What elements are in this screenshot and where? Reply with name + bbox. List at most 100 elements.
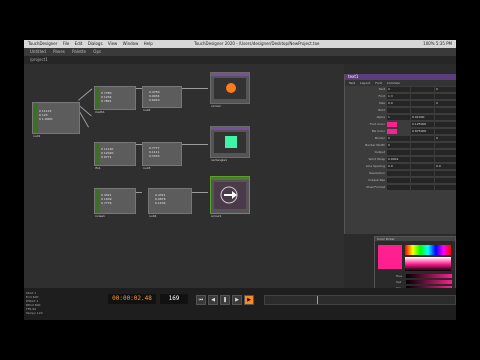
parameter-field[interactable] (387, 185, 410, 190)
parameter-field[interactable] (387, 108, 410, 113)
color-slider[interactable] (406, 280, 452, 284)
menu-dialogs[interactable]: Dialogs (88, 41, 103, 46)
step-back-icon[interactable]: ◀ (208, 295, 218, 305)
parameter-field[interactable]: 0.0001 (387, 157, 410, 162)
toolbar-item[interactable]: Palette (72, 49, 86, 54)
parameter-field[interactable]: 1.3 (387, 94, 410, 99)
parameter-field[interactable] (411, 108, 434, 113)
parameter-field[interactable] (435, 122, 456, 127)
menu-file[interactable]: File (63, 41, 70, 46)
toolbar-item[interactable]: Panes (53, 49, 65, 54)
parameter-field[interactable]: 0.0 (435, 164, 456, 169)
parameter-field[interactable]: 0 (387, 87, 410, 92)
parameter-field[interactable] (411, 178, 434, 183)
parameter-field[interactable]: 0 (435, 87, 456, 92)
color-slider[interactable] (406, 274, 452, 278)
parameter-field[interactable] (411, 136, 434, 141)
parameter-field[interactable] (435, 178, 456, 183)
chop-node-noise[interactable]: 0 4321 0 1009 0 7776 noise1 (94, 188, 136, 218)
chop-node-math[interactable]: 0 7780 0 1234 0 7891 math1 (94, 86, 136, 114)
network-path[interactable]: /project1 (30, 57, 48, 62)
timeline-bar: Start 1 End 600 RStart 1 REnd 600 FPS 60… (24, 288, 456, 320)
menu-app[interactable]: TouchDesigner (28, 41, 57, 46)
parameter-label: Pixel Format (366, 185, 385, 189)
step-forward-icon[interactable]: ▶ (244, 295, 254, 305)
color-swatch[interactable] (387, 129, 397, 134)
saturation-value-field[interactable] (405, 257, 451, 271)
parameter-field[interactable]: 0 (435, 101, 456, 106)
parameter-field[interactable] (411, 87, 434, 92)
parameter-field[interactable]: 0 (435, 136, 456, 141)
play-icon[interactable]: ▶ (232, 295, 242, 305)
parameter-field[interactable]: 0.0 (387, 164, 410, 169)
hue-strip[interactable] (405, 245, 451, 255)
parameter-field[interactable] (411, 101, 434, 106)
color-swatch[interactable] (387, 122, 397, 127)
chop-node-lfo[interactable]: 0 11140 0 12020 0 9771 lfo1 (94, 142, 136, 170)
chop-node-null[interactable]: 0.4321 0.9876 0.1234 null4 (148, 188, 192, 218)
parameter-field[interactable] (411, 185, 434, 190)
playhead[interactable] (317, 296, 318, 304)
parameter-field[interactable]: 0.125000 (411, 122, 434, 127)
parameter-field[interactable] (411, 157, 434, 162)
node-active-flag (95, 143, 100, 165)
node-label: null4 (149, 214, 157, 218)
chop-node-null[interactable]: 0.7777 0.1111 0.3333 null3 (142, 142, 182, 170)
parameter-field[interactable] (435, 94, 456, 99)
frame-display[interactable]: 169 (160, 294, 188, 304)
pause-icon[interactable]: ❚ (220, 295, 230, 305)
timecode-display[interactable]: 00:00:02.48 (108, 294, 156, 304)
top-node-rectangle[interactable]: rectangle1 (210, 126, 250, 162)
menu-help[interactable]: Help (144, 41, 153, 46)
top-node-circle[interactable]: circle1 (210, 72, 250, 108)
node-label: rectangle1 (211, 158, 228, 162)
parameter-field[interactable] (411, 171, 434, 176)
parameter-row: Resolution (345, 170, 456, 177)
timeline-scrubber[interactable] (264, 295, 456, 305)
parameter-field[interactable] (435, 157, 456, 162)
parameter-field[interactable]: 0.01000 (411, 115, 434, 120)
parameter-field[interactable]: 0 (387, 136, 410, 141)
parameter-row: Alpha 1 0.01000 (345, 114, 456, 121)
window-title: TouchDesigner 2020 - /Users/designer/Des… (194, 41, 320, 46)
tab-font[interactable]: Font (375, 81, 382, 85)
rewind-icon[interactable]: ⏮ (196, 295, 206, 305)
network-editor[interactable]: 0 11123 0 123 0 1.0000 null1 0 7780 0 12… (24, 64, 344, 288)
parameter-label: Font (378, 94, 385, 98)
parameter-field[interactable] (435, 115, 456, 120)
parameter-field[interactable] (435, 185, 456, 190)
menu-bar: TouchDesigner File Edit Dialogs View Win… (24, 40, 456, 48)
timeline-stat: Tempo 120 (26, 311, 43, 315)
menu-edit[interactable]: Edit (75, 41, 83, 46)
chop-node-null[interactable]: 0.4750 0.0034 0.6910 null2 (142, 86, 182, 112)
parameter-field[interactable]: 0 (387, 143, 410, 148)
toolbar-item[interactable]: Untitled (30, 49, 46, 54)
parameter-field[interactable] (387, 178, 410, 183)
chop-node-root[interactable]: 0 11123 0 123 0 1.0000 null1 (32, 102, 80, 138)
top-node-arrow[interactable]: arrow1 (210, 176, 250, 218)
parameter-field[interactable] (435, 171, 456, 176)
tab-common[interactable]: Common (387, 81, 401, 85)
parameter-field[interactable]: 0.875000 (411, 129, 434, 134)
parameter-field[interactable] (411, 150, 434, 155)
menu-view[interactable]: View (108, 41, 118, 46)
parameter-field[interactable] (435, 150, 456, 155)
parameter-field[interactable] (387, 171, 410, 176)
parameter-field[interactable] (411, 164, 434, 169)
node-value: 0 7776 (101, 201, 112, 205)
parameter-field[interactable] (411, 143, 434, 148)
toolbar-item[interactable]: Ops (93, 49, 101, 54)
tab-layout[interactable]: Layout (360, 81, 370, 85)
parameter-label: Font Color (369, 122, 385, 126)
menu-window[interactable]: Window (123, 41, 139, 46)
parameter-field[interactable] (387, 150, 410, 155)
parameter-field[interactable] (411, 94, 434, 99)
tab-text[interactable]: Text (349, 81, 355, 85)
parameter-field[interactable]: 0.0 (387, 101, 410, 106)
status-clock: 100% 5:35 PM (423, 41, 452, 46)
parameter-field[interactable]: 1 (387, 115, 410, 120)
parameter-field[interactable] (435, 129, 456, 134)
parameter-field[interactable] (435, 143, 456, 148)
parameter-label: Line Spacing (365, 164, 385, 168)
parameter-field[interactable] (435, 108, 456, 113)
